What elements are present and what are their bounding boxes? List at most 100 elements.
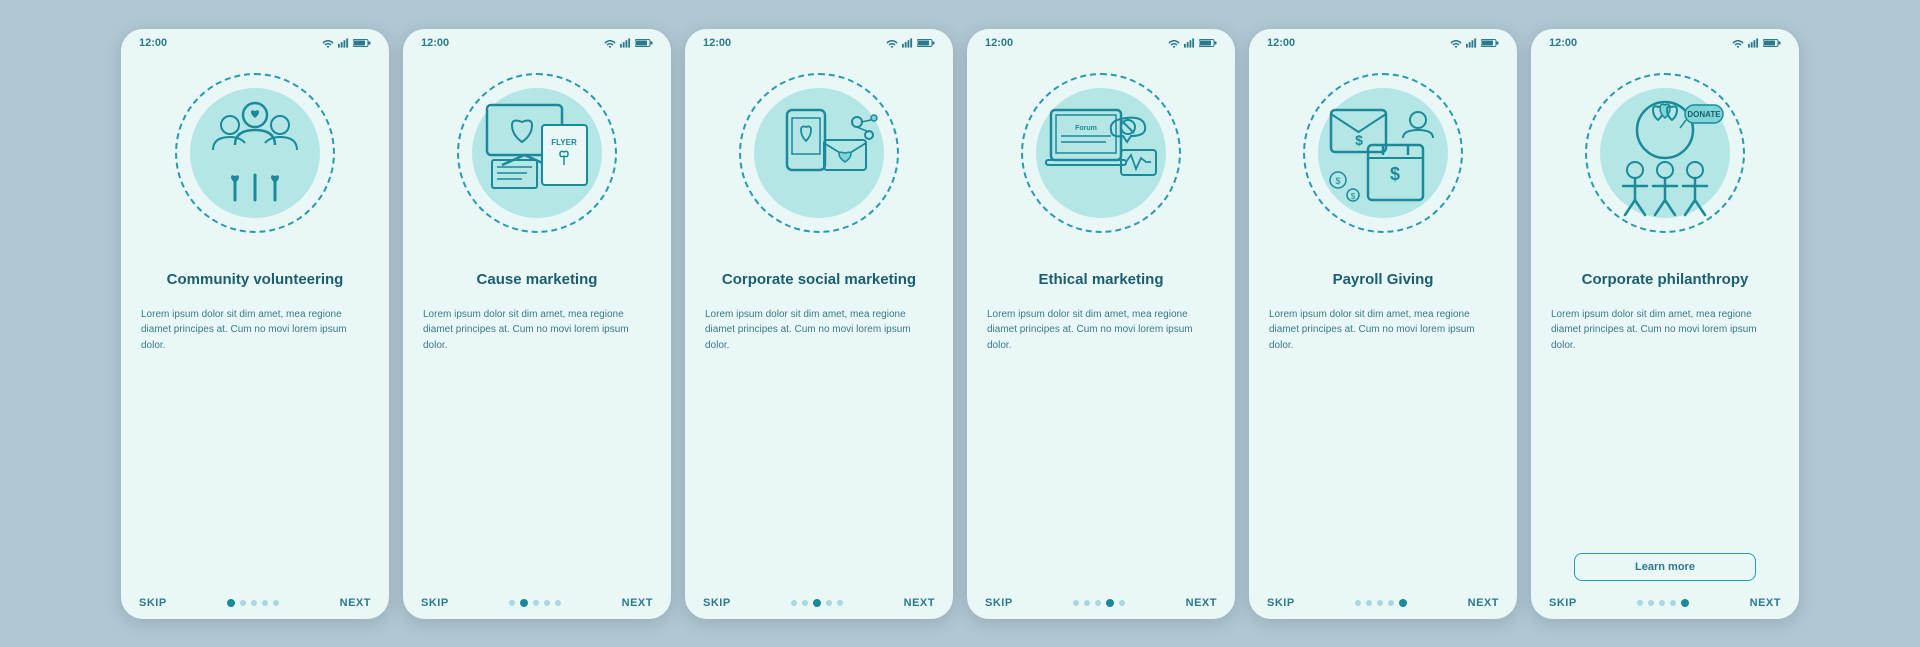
nav-dots-4 bbox=[1073, 599, 1125, 607]
screen-body-1: Lorem ipsum dolor sit dim amet, mea regi… bbox=[141, 307, 369, 585]
dot-4-0 bbox=[1073, 600, 1079, 606]
status-bar-2: 12:00 bbox=[403, 29, 671, 53]
skip-button-4[interactable]: SKIP bbox=[985, 597, 1013, 609]
status-bar-4: 12:00 bbox=[967, 29, 1235, 53]
dot-5-4 bbox=[1399, 599, 1407, 607]
icon-ethical: Forum bbox=[1031, 80, 1171, 225]
dot-1-4 bbox=[273, 600, 279, 606]
status-time-6: 12:00 bbox=[1549, 37, 1577, 49]
next-button-1[interactable]: NEXT bbox=[340, 597, 371, 609]
learn-more-button[interactable]: Learn more bbox=[1574, 553, 1756, 581]
skip-button-3[interactable]: SKIP bbox=[703, 597, 731, 609]
illustration-4: Forum bbox=[967, 53, 1235, 253]
community-svg bbox=[185, 80, 325, 220]
next-button-6[interactable]: NEXT bbox=[1750, 597, 1781, 609]
dot-2-4 bbox=[555, 600, 561, 606]
signal-icon-4 bbox=[1184, 38, 1195, 48]
status-time-1: 12:00 bbox=[139, 37, 167, 49]
content-5: Payroll Giving Lorem ipsum dolor sit dim… bbox=[1249, 253, 1517, 591]
screen-title-3: Corporate social marketing bbox=[705, 261, 933, 299]
illustration-3 bbox=[685, 53, 953, 253]
screen-title-6: Corporate philanthropy bbox=[1551, 261, 1779, 299]
nav-row-6: SKIP NEXT bbox=[1531, 591, 1799, 619]
svg-text:$: $ bbox=[1351, 192, 1356, 201]
nav-row-2: SKIP NEXT bbox=[403, 591, 671, 619]
skip-button-6[interactable]: SKIP bbox=[1549, 597, 1577, 609]
next-button-3[interactable]: NEXT bbox=[904, 597, 935, 609]
dot-1-0 bbox=[227, 599, 235, 607]
status-bar-6: 12:00 bbox=[1531, 29, 1799, 53]
content-2: Cause marketing Lorem ipsum dolor sit di… bbox=[403, 253, 671, 591]
dot-6-3 bbox=[1670, 600, 1676, 606]
signal-icon-6 bbox=[1748, 38, 1759, 48]
battery-icon-5 bbox=[1481, 38, 1499, 48]
skip-button-5[interactable]: SKIP bbox=[1267, 597, 1295, 609]
icon-philanthropy: DONATE bbox=[1595, 80, 1735, 225]
icon-social bbox=[749, 80, 889, 225]
status-time-5: 12:00 bbox=[1267, 37, 1295, 49]
nav-dots-1 bbox=[227, 599, 279, 607]
dot-2-3 bbox=[544, 600, 550, 606]
wifi-icon-4 bbox=[1168, 38, 1180, 48]
dot-6-1 bbox=[1648, 600, 1654, 606]
battery-icon-4 bbox=[1199, 38, 1217, 48]
screen-body-2: Lorem ipsum dolor sit dim amet, mea regi… bbox=[423, 307, 651, 585]
status-icons-2 bbox=[604, 38, 653, 48]
dot-1-2 bbox=[251, 600, 257, 606]
dot-4-4 bbox=[1119, 600, 1125, 606]
skip-button-2[interactable]: SKIP bbox=[421, 597, 449, 609]
skip-button-1[interactable]: SKIP bbox=[139, 597, 167, 609]
cause-svg: FLYER bbox=[467, 80, 607, 220]
dot-2-1 bbox=[520, 599, 528, 607]
screen-body-5: Lorem ipsum dolor sit dim amet, mea regi… bbox=[1269, 307, 1497, 585]
dot-5-2 bbox=[1377, 600, 1383, 606]
svg-text:Forum: Forum bbox=[1075, 125, 1097, 132]
nav-row-1: SKIP NEXT bbox=[121, 591, 389, 619]
illustration-2: FLYER bbox=[403, 53, 671, 253]
icon-cause: FLYER bbox=[467, 80, 607, 225]
icon-community bbox=[185, 80, 325, 225]
status-time-2: 12:00 bbox=[421, 37, 449, 49]
nav-dots-5 bbox=[1355, 599, 1407, 607]
next-button-2[interactable]: NEXT bbox=[622, 597, 653, 609]
status-icons-4 bbox=[1168, 38, 1217, 48]
screen-cause-marketing: 12:00 FLYER bbox=[403, 29, 671, 619]
content-1: Community volunteering Lorem ipsum dolor… bbox=[121, 253, 389, 591]
dot-4-3 bbox=[1106, 599, 1114, 607]
status-icons-3 bbox=[886, 38, 935, 48]
nav-row-4: SKIP NEXT bbox=[967, 591, 1235, 619]
status-icons-5 bbox=[1450, 38, 1499, 48]
wifi-icon-3 bbox=[886, 38, 898, 48]
screen-ethical-marketing: 12:00 Forum bbox=[967, 29, 1235, 619]
dot-5-1 bbox=[1366, 600, 1372, 606]
next-button-4[interactable]: NEXT bbox=[1186, 597, 1217, 609]
content-6: Corporate philanthropy Lorem ipsum dolor… bbox=[1531, 253, 1799, 591]
dot-5-3 bbox=[1388, 600, 1394, 606]
dot-6-0 bbox=[1637, 600, 1643, 606]
wifi-icon-5 bbox=[1450, 38, 1462, 48]
wifi-icon-6 bbox=[1732, 38, 1744, 48]
nav-row-3: SKIP NEXT bbox=[685, 591, 953, 619]
screen-body-4: Lorem ipsum dolor sit dim amet, mea regi… bbox=[987, 307, 1215, 585]
battery-icon-6 bbox=[1763, 38, 1781, 48]
svg-text:$: $ bbox=[1335, 176, 1340, 186]
ethical-svg: Forum bbox=[1031, 80, 1171, 220]
nav-dots-3 bbox=[791, 599, 843, 607]
dot-3-4 bbox=[837, 600, 843, 606]
dot-4-2 bbox=[1095, 600, 1101, 606]
signal-icon-2 bbox=[620, 38, 631, 48]
dot-3-2 bbox=[813, 599, 821, 607]
screen-community-volunteering: 12:00 bbox=[121, 29, 389, 619]
svg-text:DONATE: DONATE bbox=[1687, 110, 1721, 119]
illustration-5: $ $ $ $ bbox=[1249, 53, 1517, 253]
screen-title-5: Payroll Giving bbox=[1269, 261, 1497, 299]
next-button-5[interactable]: NEXT bbox=[1468, 597, 1499, 609]
dot-3-0 bbox=[791, 600, 797, 606]
status-time-4: 12:00 bbox=[985, 37, 1013, 49]
status-icons-1 bbox=[322, 38, 371, 48]
illustration-6: DONATE bbox=[1531, 53, 1799, 253]
screen-corporate-philanthropy: 12:00 bbox=[1531, 29, 1799, 619]
svg-text:$: $ bbox=[1390, 164, 1400, 184]
svg-text:$: $ bbox=[1355, 132, 1363, 148]
screen-corporate-social-marketing: 12:00 bbox=[685, 29, 953, 619]
